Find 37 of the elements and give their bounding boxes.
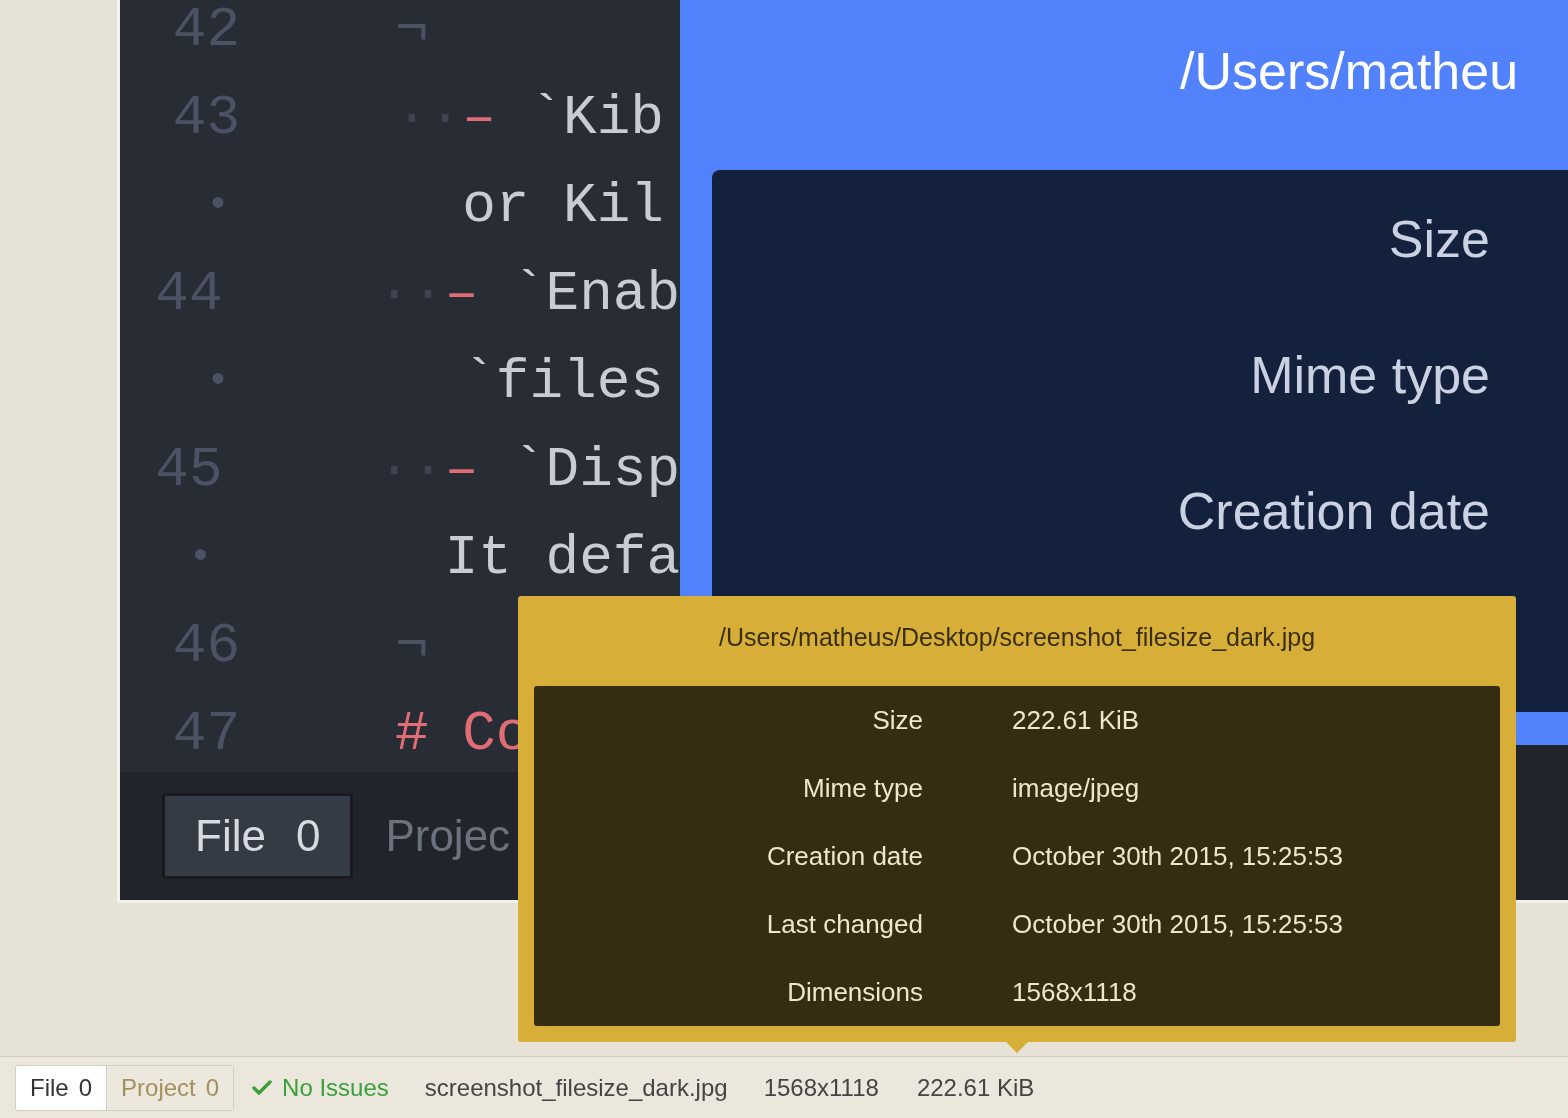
panel-title: /Users/matheu — [1179, 41, 1520, 102]
editor-tab[interactable]: File 0 — [162, 793, 354, 879]
detail-label: Mime type — [802, 771, 923, 805]
list-dash: – — [462, 85, 496, 152]
line-number: • — [205, 182, 231, 230]
code-text: `Kib — [529, 85, 664, 152]
detail-label: Size — [871, 703, 923, 737]
indent-guide-dots: ·· — [395, 85, 463, 152]
detail-value: October 30th 2015, 15:25:53 — [1012, 907, 1344, 941]
status-tab[interactable]: File 0 — [16, 1065, 107, 1110]
line-number: • — [187, 534, 214, 582]
detail-label: Creation date — [1177, 481, 1490, 542]
detail-value: 222.61 KiB — [1012, 703, 1140, 737]
code-text: or Kil — [462, 173, 664, 240]
detail-label: Dimensions — [786, 975, 923, 1009]
line-number: • — [205, 358, 231, 406]
code-text: `Disp — [511, 437, 680, 504]
code-text: `Enab — [511, 261, 680, 328]
code-text: It defa — [444, 525, 680, 592]
image-dimensions: 1568x1118 — [763, 1072, 879, 1103]
detail-value: image/jpeg — [1012, 771, 1140, 805]
detail-label: Mime type — [1250, 345, 1490, 406]
detail-label: Size — [1388, 209, 1490, 270]
detail-value: October 30th 2015, 15:25:53 — [1012, 839, 1344, 873]
indent-guide-dots: ·· — [377, 261, 445, 328]
indent-guide-dots: ·· — [377, 437, 445, 504]
tooltip-title: /Users/matheus/Desktop/screenshot_filesize_dark.jpg — [717, 622, 1317, 654]
list-dash: – — [444, 261, 479, 328]
detail-label: Last changed — [765, 907, 923, 941]
list-dash: – — [444, 437, 479, 504]
file-name: screenshot_filesize_dark.jpg — [424, 1072, 728, 1103]
file-size[interactable]: 222.61 KiB — [916, 1069, 1035, 1106]
detail-label: Creation date — [765, 839, 923, 873]
end-of-line-mark: ¬ — [395, 613, 429, 680]
code-text: `files — [462, 349, 664, 416]
detail-value: 1568x1118 — [1012, 975, 1137, 1009]
end-of-line-mark: ¬ — [395, 0, 429, 64]
